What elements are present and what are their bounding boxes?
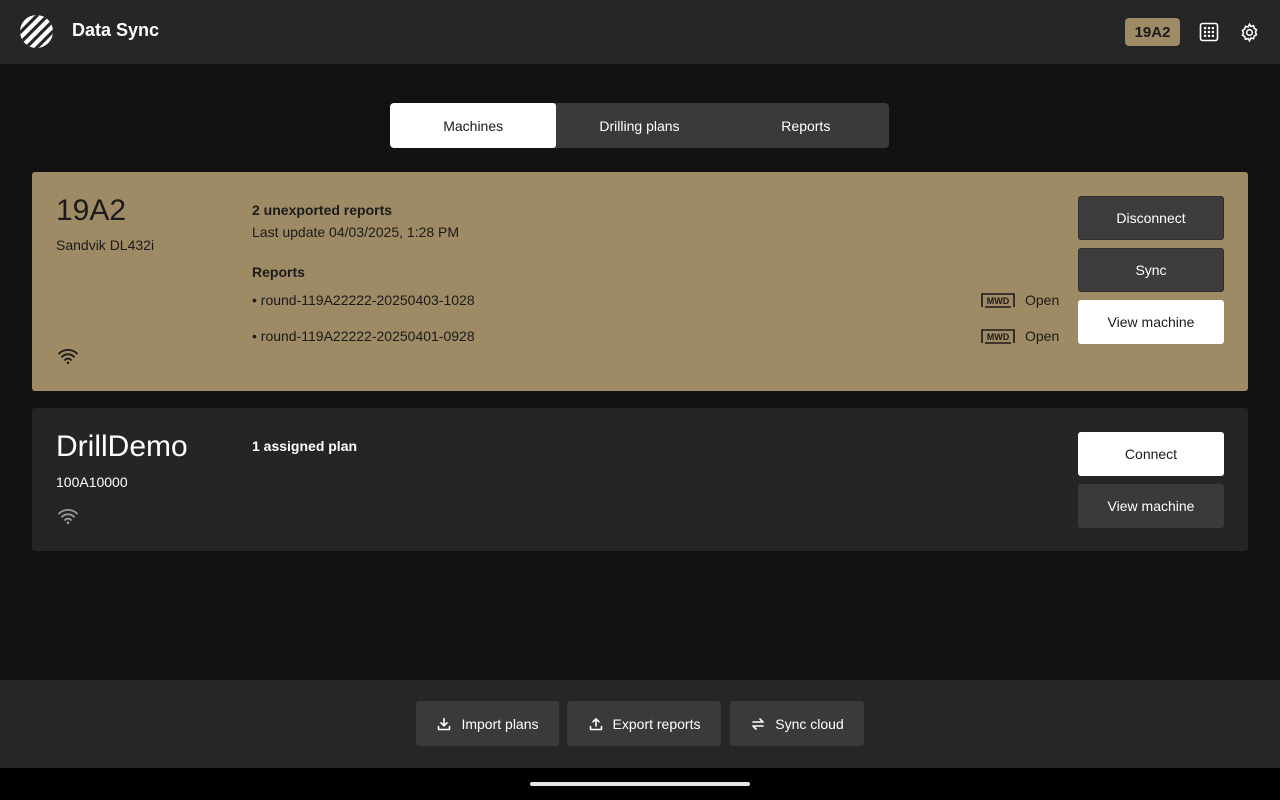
wifi-connected-icon (57, 347, 79, 365)
view-tabs: Machines Drilling plans Reports (390, 103, 889, 148)
import-plans-button[interactable]: Import plans (416, 701, 559, 746)
footer-toolbar: Import plans Export reports Sync cloud (0, 680, 1280, 768)
system-navigation-bar (0, 768, 1280, 800)
import-plans-label: Import plans (461, 715, 539, 732)
svg-text:MWD: MWD (987, 332, 1010, 342)
unexported-reports-count: 2 unexported reports (252, 202, 393, 218)
open-report-link[interactable]: Open (1025, 292, 1059, 308)
assigned-plans-count: 1 assigned plan (252, 438, 358, 454)
app-title: Data Sync (72, 20, 160, 40)
machine-serial: 100A10000 (56, 474, 128, 490)
svg-text:MWD: MWD (987, 296, 1010, 306)
disconnect-button[interactable]: Disconnect (1078, 196, 1224, 240)
export-reports-button[interactable]: Export reports (567, 701, 721, 746)
view-machine-button[interactable]: View machine (1078, 300, 1224, 344)
report-item: • round-119A22222-20250403-1028 (252, 292, 475, 308)
last-update-text: Last update 04/03/2025, 1:28 PM (252, 224, 460, 240)
wifi-disconnected-icon (57, 507, 79, 525)
sync-button[interactable]: Sync (1078, 248, 1224, 292)
download-icon (436, 716, 452, 732)
gear-icon[interactable] (1238, 21, 1260, 43)
connect-button[interactable]: Connect (1078, 432, 1224, 476)
open-report-link[interactable]: Open (1025, 328, 1059, 344)
upload-icon (588, 716, 604, 732)
machine-card-drilldemo: DrillDemo 100A10000 1 assigned plan Conn… (32, 408, 1248, 551)
machine-model: Sandvik DL432i (56, 237, 155, 253)
sync-cloud-label: Sync cloud (775, 715, 844, 732)
machine-name: DrillDemo (56, 430, 188, 463)
tab-reports[interactable]: Reports (723, 103, 889, 148)
sync-cloud-button[interactable]: Sync cloud (730, 701, 864, 746)
connected-machine-badge[interactable]: 19A2 (1125, 18, 1180, 46)
mwd-tag-icon: MWD (980, 291, 1016, 309)
view-machine-button[interactable]: View machine (1078, 484, 1224, 528)
tab-drilling-plans[interactable]: Drilling plans (556, 103, 722, 148)
report-item: • round-119A22222-20250401-0928 (252, 328, 475, 344)
calculator-grid-icon[interactable] (1198, 21, 1220, 43)
machine-name: 19A2 (56, 194, 127, 227)
app-header: Data Sync 19A2 (0, 0, 1280, 64)
mwd-tag-icon: MWD (980, 327, 1016, 345)
app-logo-icon (20, 15, 53, 48)
machine-card-19a2: 19A2 Sandvik DL432i 2 unexported reports… (32, 172, 1248, 391)
tab-machines[interactable]: Machines (390, 103, 557, 148)
swap-arrows-icon (750, 716, 766, 732)
home-indicator[interactable] (530, 782, 750, 786)
export-reports-label: Export reports (612, 715, 701, 732)
reports-heading: Reports (252, 264, 305, 280)
